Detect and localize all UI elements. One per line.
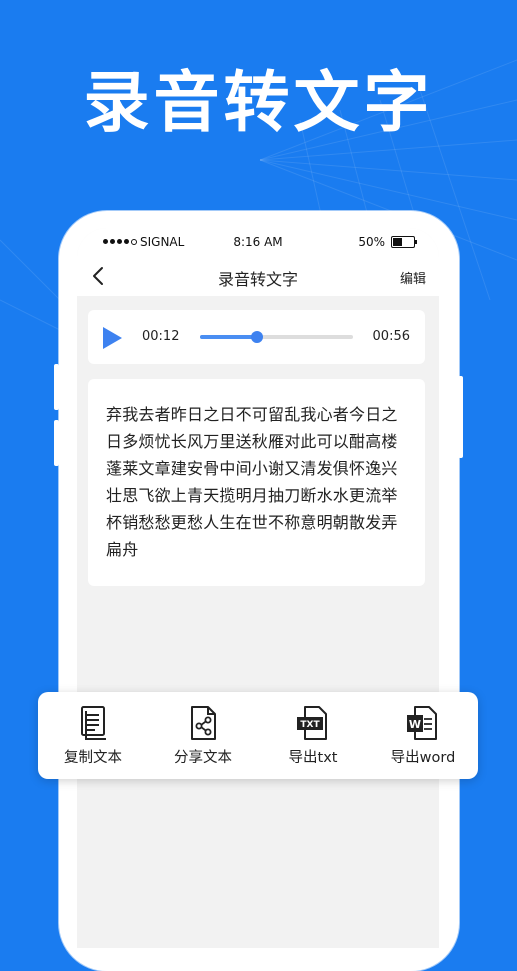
progress-fill	[200, 335, 257, 339]
battery-percent: 50%	[358, 235, 385, 249]
page-title: 录音转文字	[217, 270, 298, 289]
play-icon[interactable]	[101, 326, 123, 350]
share-text-label: 分享文本	[174, 750, 232, 766]
word-badge: W	[409, 718, 421, 731]
export-word-button[interactable]: W 导出word	[368, 692, 478, 779]
edit-button[interactable]: 编辑	[400, 268, 426, 287]
txt-badge: TXT	[300, 720, 320, 730]
export-txt-button[interactable]: TXT 导出txt	[258, 692, 368, 779]
navigation-bar: 录音转文字 编辑	[77, 256, 439, 296]
progress-slider[interactable]	[200, 331, 353, 343]
share-document-icon	[191, 706, 216, 740]
export-txt-label: 导出txt	[288, 750, 338, 766]
battery-indicator: 50%	[358, 235, 417, 249]
share-text-button[interactable]: 分享文本	[148, 692, 258, 779]
battery-icon	[391, 236, 417, 248]
copy-text-label: 复制文本	[64, 750, 122, 766]
phone-screen: SIGNAL 8:16 AM 50% 录音转文字 编辑 00:12 00:56 …	[77, 228, 439, 948]
copy-document-icon	[81, 706, 106, 740]
promo-headline: 录音转文字	[83, 64, 434, 141]
copy-text-button[interactable]: 复制文本	[38, 692, 148, 779]
export-word-label: 导出word	[390, 750, 456, 766]
transcript-text[interactable]: 弃我去者昨日之日不可留乱我心者今日之日多烦忧长风万里送秋雁对此可以酣高楼蓬莱文章…	[106, 401, 407, 563]
total-time: 00:56	[372, 329, 410, 344]
txt-file-icon: TXT	[297, 706, 327, 740]
transcript-card: 弃我去者昨日之日不可留乱我心者今日之日多烦忧长风万里送秋雁对此可以酣高楼蓬莱文章…	[88, 379, 425, 586]
progress-thumb[interactable]	[250, 331, 263, 343]
status-bar: SIGNAL 8:16 AM 50%	[77, 228, 439, 256]
audio-player: 00:12 00:56	[88, 310, 425, 364]
action-toolbar: 复制文本 分享文本 TXT 导出txt W 导出word	[38, 692, 478, 779]
current-time: 00:12	[142, 329, 180, 344]
word-file-icon: W	[407, 706, 437, 740]
